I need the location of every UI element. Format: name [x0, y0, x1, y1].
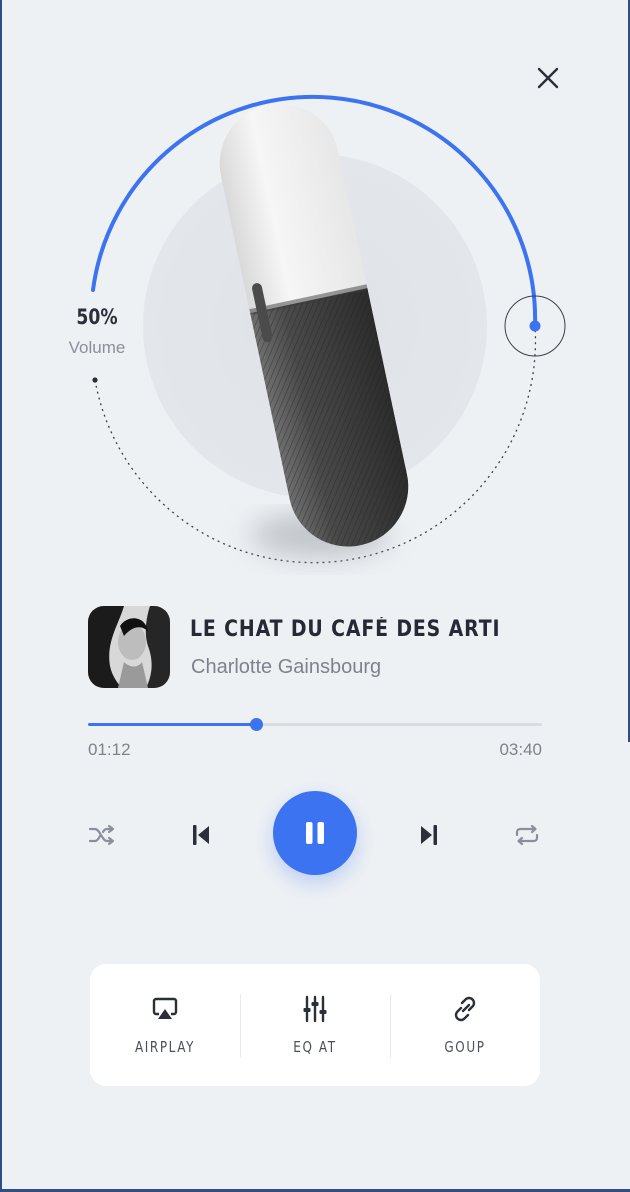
- volume-min-dot: [92, 377, 98, 383]
- repeat-icon: [515, 824, 539, 846]
- pause-icon: [306, 822, 324, 844]
- skip-back-icon: [193, 825, 209, 845]
- next-button[interactable]: [414, 820, 444, 850]
- volume-dial[interactable]: [0, 0, 630, 600]
- airplay-button[interactable]: AIRPLAY: [90, 964, 240, 1086]
- airplay-icon: [152, 997, 178, 1019]
- volume-knob: [529, 320, 541, 332]
- total-time: 03:40: [499, 740, 542, 759]
- group-button[interactable]: GOUP: [390, 964, 540, 1086]
- repeat-button[interactable]: [511, 820, 543, 850]
- elapsed-time: 01:12: [88, 740, 131, 759]
- track-title: LE CHAT DU CAFÉ DES ARTISTES (O...: [190, 617, 500, 642]
- progress-fill: [88, 723, 256, 726]
- album-art: [88, 606, 170, 688]
- volume-percent: 50%: [76, 305, 118, 329]
- equalizer-icon: [303, 995, 327, 1023]
- pause-button[interactable]: [273, 791, 357, 875]
- volume-label: Volume: [68, 338, 126, 357]
- shuffle-icon: [88, 824, 115, 846]
- group-label: GOUP: [444, 1038, 486, 1056]
- skip-forward-icon: [421, 825, 437, 845]
- track-artist: Charlotte Gainsbourg: [191, 656, 382, 678]
- progress-knob[interactable]: [249, 718, 263, 731]
- equalizer-button[interactable]: EQ AT: [240, 964, 390, 1086]
- previous-button[interactable]: [186, 820, 216, 850]
- airplay-label: AIRPLAY: [134, 1038, 196, 1056]
- actions-card: AIRPLAY EQ AT GOUP: [90, 964, 540, 1086]
- link-icon: [454, 996, 476, 1022]
- equalizer-label: EQ AT: [293, 1038, 337, 1056]
- shuffle-button[interactable]: [86, 820, 118, 850]
- progress-slider[interactable]: [88, 712, 542, 738]
